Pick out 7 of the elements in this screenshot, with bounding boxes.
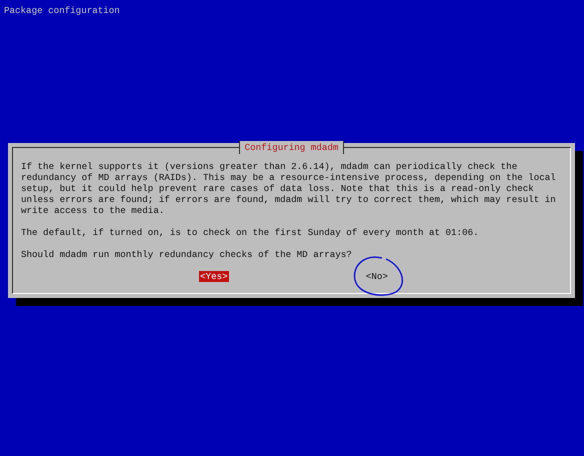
dialog-text: The default, if turned on, is to check on the first Sunday of every month at 01:06. bbox=[21, 227, 480, 238]
dialog-text: Should mdadm run monthly redundancy checks of the MD arrays? bbox=[21, 249, 353, 260]
dialog-button[interactable]: <Yes> bbox=[199, 271, 229, 282]
dialog-title: Configuring mdadm bbox=[238, 141, 344, 154]
dialog-button[interactable]: <No> bbox=[364, 271, 389, 282]
dialog-text: If the kernel supports it (versions greater than 2.6.14), mdadm can periodically check the redundancy of MD arrays (RAIDs). This may be a resource-intensive process, depending on the local setup, but it could help prevent rare cases of data loss. Note that this is a read-only check unless errors are found; if errors are found, mdadm will try to correct them, which may result in write access to the media. bbox=[21, 161, 557, 216]
screen-title: Package configuration bbox=[3, 4, 121, 16]
